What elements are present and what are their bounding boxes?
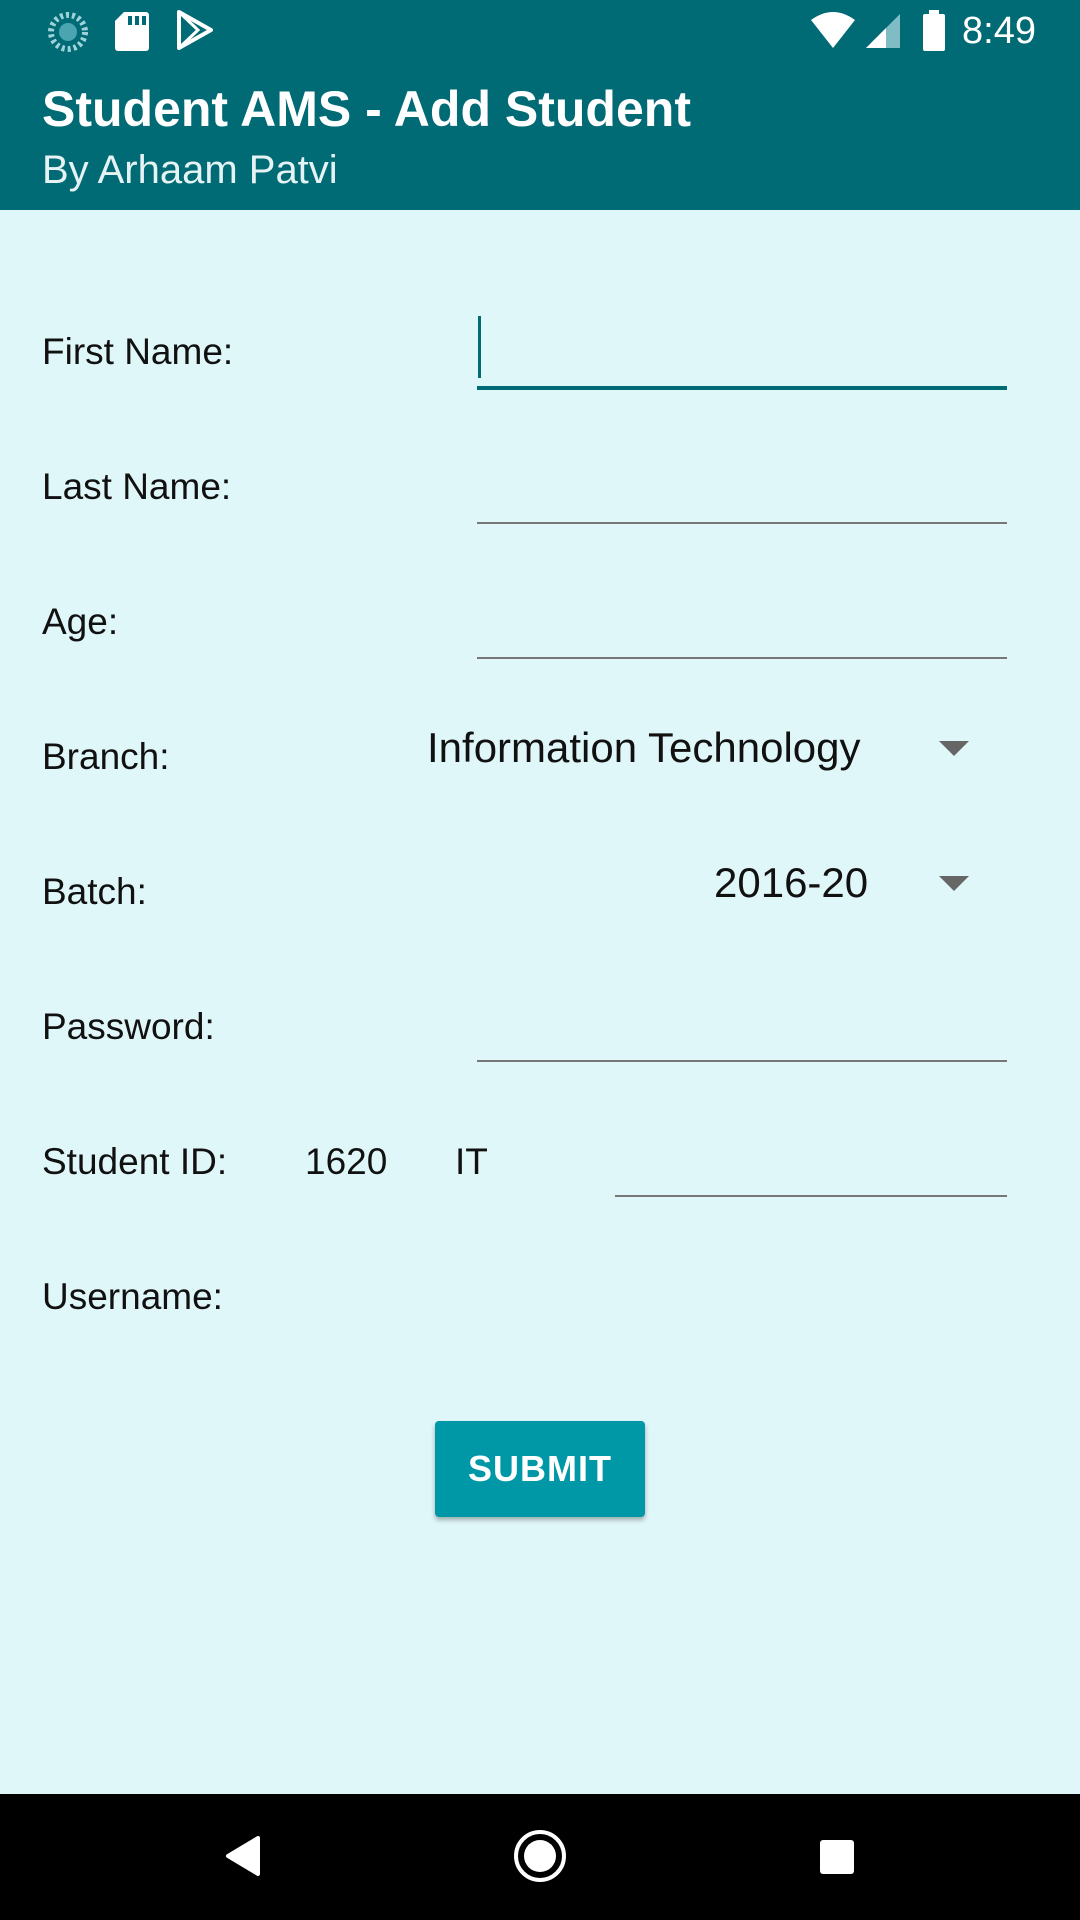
student-id-branch-prefix: IT (455, 1141, 488, 1182)
last-name-label: Last Name: (42, 466, 232, 507)
age-label: Age: (42, 601, 119, 642)
recents-icon[interactable] (812, 1824, 862, 1888)
password-input[interactable] (477, 1004, 1007, 1062)
age-input[interactable] (477, 601, 1007, 659)
cell-signal-icon (866, 14, 900, 48)
status-bar: 8:49 (0, 0, 1080, 62)
first-name-input[interactable] (477, 330, 1007, 390)
batch-selected-value: 2016-20 (714, 859, 869, 906)
dropdown-arrow-icon (939, 876, 969, 891)
branch-label: Branch: (42, 736, 170, 777)
text-cursor (478, 316, 481, 378)
last-name-input[interactable] (477, 466, 1007, 524)
app-bar: Student AMS - Add Student By Arhaam Patv… (0, 62, 1080, 210)
app-title: Student AMS - Add Student (42, 81, 691, 137)
student-id-input[interactable] (615, 1139, 1007, 1197)
sd-card-icon (115, 12, 149, 51)
batch-label: Batch: (42, 871, 147, 912)
dropdown-arrow-icon (939, 741, 969, 756)
app-subtitle: By Arhaam Patvi (42, 148, 338, 192)
wifi-icon (811, 12, 855, 48)
battery-icon (923, 10, 945, 51)
first-name-label: First Name: (42, 331, 234, 372)
back-icon[interactable] (218, 1824, 268, 1888)
branch-selected-value: Information Technology (427, 724, 861, 771)
status-time: 8:49 (962, 10, 1036, 52)
username-label: Username: (42, 1276, 223, 1317)
navigation-bar (0, 1794, 1080, 1920)
student-id-label: Student ID: (42, 1141, 228, 1182)
home-icon[interactable] (508, 1824, 572, 1888)
sync-icon (48, 12, 88, 52)
submit-button[interactable]: SUBMIT (435, 1421, 645, 1517)
student-id-year-prefix: 1620 (305, 1141, 388, 1182)
play-store-icon (177, 10, 213, 50)
password-label: Password: (42, 1006, 215, 1047)
